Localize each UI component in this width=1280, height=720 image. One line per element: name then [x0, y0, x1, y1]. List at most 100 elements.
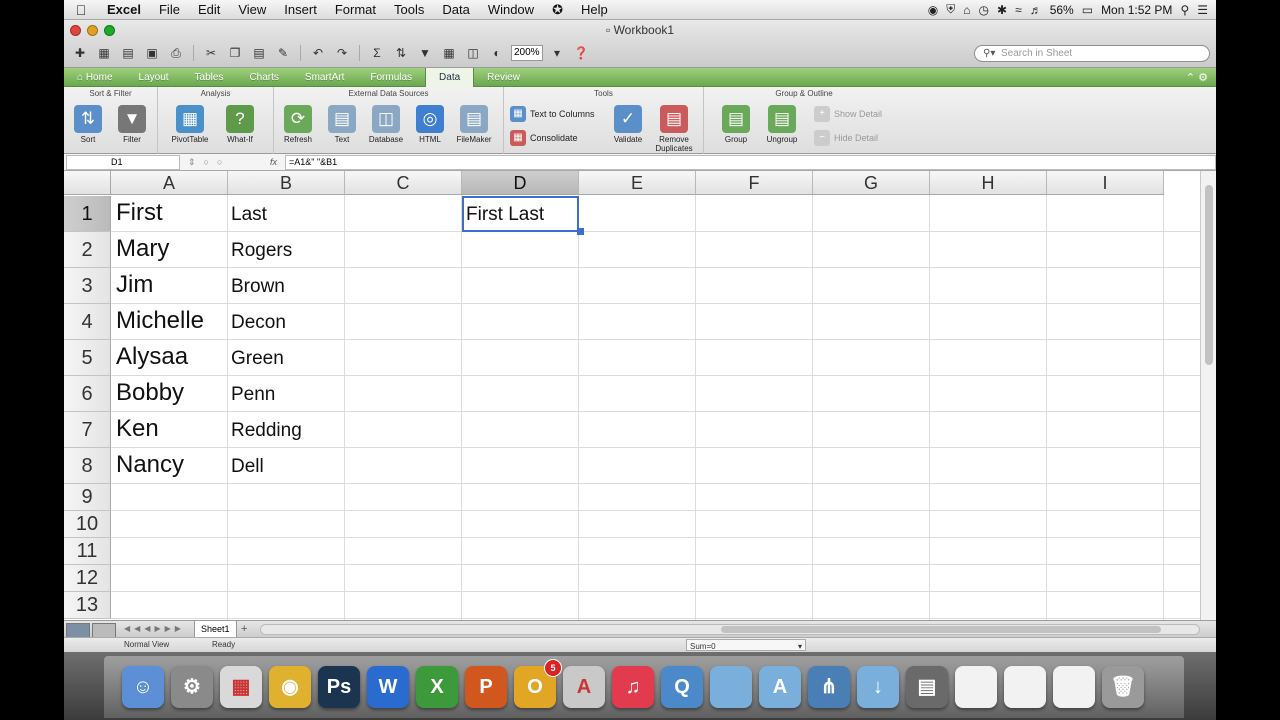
photoshop-icon[interactable]: Ps [318, 666, 360, 708]
help-icon[interactable]: ❓ [571, 44, 591, 62]
record-icon[interactable]: ◉ [928, 3, 938, 17]
system-preferences-icon[interactable]: ⚙ [171, 666, 213, 708]
row-header-4[interactable]: 4 [64, 304, 111, 340]
validate-button[interactable]: ✓ Validate [606, 102, 650, 152]
tab-smartart[interactable]: SmartArt [292, 68, 357, 87]
gear-icon[interactable]: ⚙ [1198, 72, 1208, 84]
consolidate-button[interactable]: ▦ Consolidate [510, 128, 578, 148]
html-button[interactable]: ◎ HTML [408, 102, 452, 152]
templates-icon[interactable]: ▦ [94, 44, 114, 62]
cell-b3[interactable]: Brown [231, 276, 285, 298]
horizontal-scroll-thumb[interactable] [721, 626, 1161, 633]
menu-format[interactable]: Format [326, 2, 385, 17]
column-header-g[interactable]: G [813, 171, 930, 195]
redo-icon[interactable]: ↷ [332, 44, 352, 62]
bluetooth-icon[interactable]: ✱ [997, 3, 1007, 17]
cell-b8[interactable]: Dell [231, 456, 264, 478]
name-box[interactable]: D1 [66, 154, 180, 170]
cancel-icon[interactable]: ○ [204, 157, 209, 168]
whatif-button[interactable]: ? What-If [218, 102, 262, 152]
menu-insert[interactable]: Insert [275, 2, 326, 17]
chevron-down-icon[interactable]: ▾ [547, 44, 567, 62]
search-input[interactable]: ⚲▾ Search in Sheet [974, 45, 1210, 62]
column-header-h[interactable]: H [930, 171, 1047, 195]
sum-dropdown[interactable]: Sum=0 ▾ [686, 639, 806, 651]
cell-a7[interactable]: Ken [116, 415, 159, 443]
menu-window[interactable]: Window [479, 2, 543, 17]
save-icon[interactable]: ▣ [142, 44, 162, 62]
apple-icon[interactable]:  [64, 2, 98, 18]
column-header-f[interactable]: F [696, 171, 813, 195]
script-icon[interactable]: ✪ [543, 2, 572, 18]
tab-charts[interactable]: Charts [236, 68, 291, 87]
tab-tables[interactable]: Tables [182, 68, 237, 87]
row-header-5[interactable]: 5 [64, 340, 111, 376]
sort-toolbar-icon[interactable]: ⇅ [391, 44, 411, 62]
launchpad-icon[interactable]: ▦ [220, 666, 262, 708]
filemaker-button[interactable]: ▤ FileMaker [452, 102, 496, 152]
menu-help[interactable]: Help [572, 2, 617, 17]
quicktime-icon[interactable]: Q [661, 666, 703, 708]
cell-a3[interactable]: Jim [116, 271, 153, 299]
menu-file[interactable]: File [150, 2, 189, 17]
notification-center-icon[interactable]: ☰ [1197, 3, 1208, 17]
folder-apps-icon[interactable]: A [759, 666, 801, 708]
document-icon-2[interactable] [1004, 666, 1046, 708]
row-header-7[interactable]: 7 [64, 412, 111, 448]
document-icon-3[interactable] [1053, 666, 1095, 708]
home-icon[interactable]: ⌂ [963, 3, 970, 17]
shield-icon[interactable]: ⛨ [946, 2, 955, 17]
battery-icon[interactable]: ▭ [1082, 3, 1093, 17]
menu-edit[interactable]: Edit [189, 2, 229, 17]
outlook-icon[interactable]: O5 [514, 660, 561, 708]
folder-network-icon[interactable]: ⋔ [808, 666, 850, 708]
column-header-a[interactable]: A [111, 171, 228, 195]
row-header-12[interactable]: 12 [64, 565, 111, 592]
menu-view[interactable]: View [229, 2, 275, 17]
powerpoint-icon[interactable]: P [465, 666, 507, 708]
new-icon[interactable]: ✚ [70, 44, 90, 62]
cell-b4[interactable]: Decon [231, 312, 286, 334]
cut-icon[interactable]: ✂ [201, 44, 221, 62]
row-header-6[interactable]: 6 [64, 376, 111, 412]
time-machine-icon[interactable]: ◷ [979, 3, 989, 17]
refresh-button[interactable]: ⟳ Refresh [276, 102, 320, 152]
row-header-11[interactable]: 11 [64, 538, 111, 565]
undo-icon[interactable]: ↶ [308, 44, 328, 62]
chrome-icon[interactable]: ◉ [269, 666, 311, 708]
sheet-tab-sheet1[interactable]: Sheet1 [194, 621, 237, 638]
disk-utility-icon[interactable]: ▤ [906, 666, 948, 708]
cell-a8[interactable]: Nancy [116, 451, 184, 479]
column-header-d[interactable]: D [462, 171, 579, 195]
word-icon[interactable]: W [367, 666, 409, 708]
tab-review[interactable]: Review [474, 68, 533, 87]
stepper-icon[interactable]: ⇕ [188, 157, 196, 168]
row-header-1[interactable]: 1 [64, 196, 111, 232]
cell-b6[interactable]: Penn [231, 384, 275, 406]
accept-icon[interactable]: ○ [217, 157, 222, 168]
column-header-i[interactable]: I [1047, 171, 1164, 195]
cell-b5[interactable]: Green [231, 348, 284, 370]
row-header-9[interactable]: 9 [64, 484, 111, 511]
horizontal-scrollbar[interactable] [260, 624, 1200, 635]
worksheet-grid[interactable]: ABCDEFGHI 1 2 3 4 5 6 7 8 9 10 11 12 13 First Mary Jim… [64, 171, 1200, 620]
group-button[interactable]: ▤ Group [714, 102, 758, 152]
autosum-icon[interactable]: Σ [367, 44, 387, 62]
format-painter-icon[interactable]: ✎ [273, 44, 293, 62]
volume-icon[interactable]: ♬ [1030, 3, 1042, 17]
vertical-scrollbar[interactable] [1200, 171, 1216, 620]
remove-duplicates-button[interactable]: ▤ Remove Duplicates [652, 102, 696, 153]
function-icon[interactable]: fx [270, 157, 285, 167]
document-icon-1[interactable] [955, 666, 997, 708]
print-icon[interactable]: ⎙ [166, 44, 186, 62]
cell-d1[interactable]: First Last [466, 204, 544, 226]
tab-home[interactable]: ⌂ Home [64, 68, 126, 87]
text-to-columns-button[interactable]: ▦ Text to Columns [510, 104, 595, 124]
column-header-b[interactable]: B [228, 171, 345, 195]
acrobat-icon[interactable]: A [563, 666, 605, 708]
filter-toolbar-icon[interactable]: ▼ [415, 44, 435, 62]
ungroup-button[interactable]: ▤ Ungroup [760, 102, 804, 152]
spotlight-icon[interactable]: ⚲ [1180, 3, 1189, 17]
cell-b1[interactable]: Last [231, 204, 267, 226]
column-header-e[interactable]: E [579, 171, 696, 195]
